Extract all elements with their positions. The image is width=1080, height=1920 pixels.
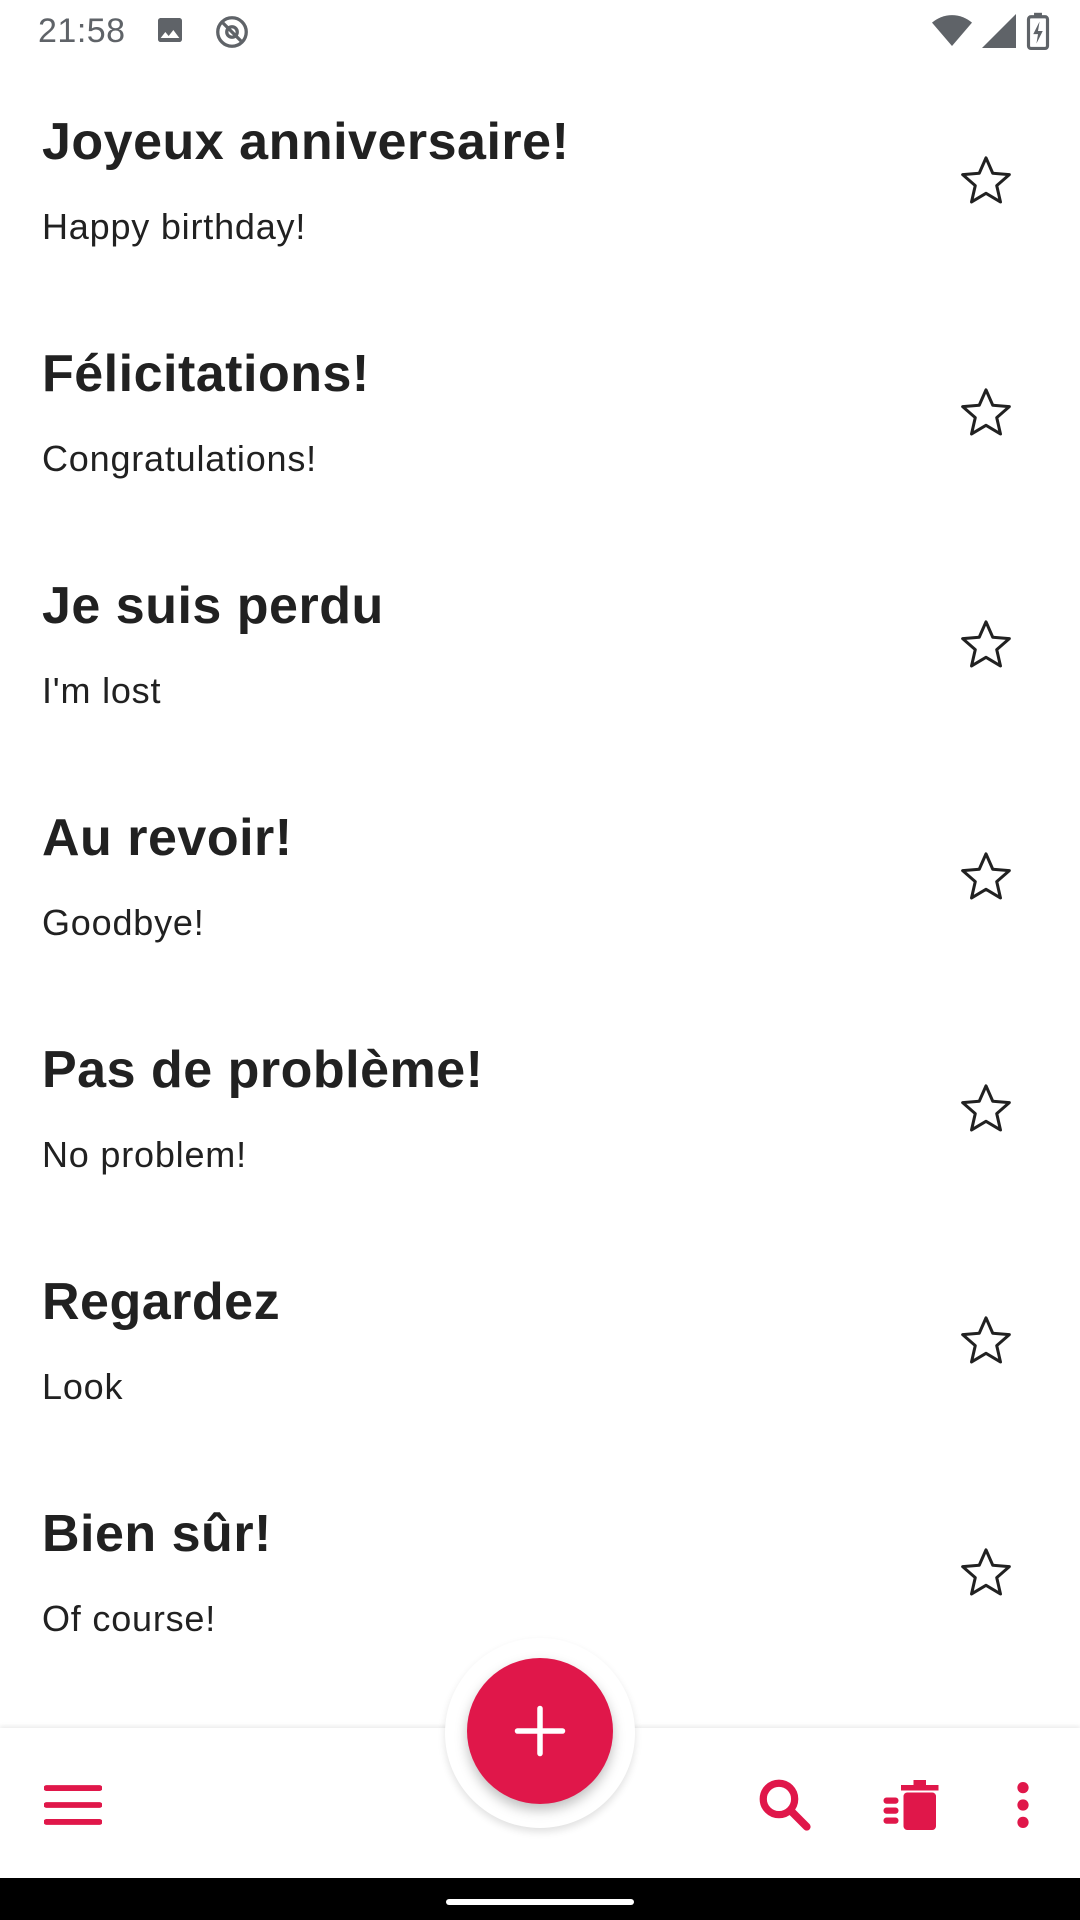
menu-icon bbox=[44, 1785, 102, 1825]
phrase-list: Joyeux anniversaire! Happy birthday! Félic… bbox=[0, 64, 1080, 1688]
star-outline-icon bbox=[958, 1544, 1014, 1605]
favorite-star-button[interactable] bbox=[950, 842, 1022, 914]
favorite-star-button[interactable] bbox=[950, 610, 1022, 682]
more-vert-icon bbox=[1017, 1782, 1029, 1828]
home-gesture-handle[interactable] bbox=[446, 1899, 634, 1905]
favorite-star-button[interactable] bbox=[950, 1538, 1022, 1610]
status-time: 21:58 bbox=[38, 12, 126, 50]
battery-charging-icon bbox=[1026, 12, 1050, 55]
list-item[interactable]: Joyeux anniversaire! Happy birthday! bbox=[0, 64, 1080, 296]
delete-sweep-icon bbox=[883, 1780, 939, 1830]
image-icon bbox=[154, 14, 186, 55]
phrase-text: Regardez bbox=[42, 1273, 281, 1331]
phrase-translation: Goodbye! bbox=[42, 902, 205, 943]
at-sign-icon bbox=[214, 14, 250, 55]
phrase-translation: Congratulations! bbox=[42, 438, 317, 479]
wifi-icon bbox=[932, 14, 972, 53]
phrase-translation: No problem! bbox=[42, 1134, 247, 1175]
list-item[interactable]: Je suis perdu I'm lost bbox=[0, 528, 1080, 760]
star-outline-icon bbox=[958, 848, 1014, 909]
list-item[interactable]: Félicitations! Congratulations! bbox=[0, 296, 1080, 528]
signal-icon bbox=[982, 14, 1016, 53]
phrase-translation: Look bbox=[42, 1366, 124, 1407]
star-outline-icon bbox=[958, 1080, 1014, 1141]
menu-button[interactable] bbox=[38, 1770, 108, 1840]
delete-sweep-button[interactable] bbox=[876, 1770, 946, 1840]
phrase-text: Bien sûr! bbox=[42, 1505, 272, 1563]
plus-icon bbox=[514, 1705, 566, 1757]
star-outline-icon bbox=[958, 1312, 1014, 1373]
status-bar: 21:58 bbox=[0, 0, 1080, 64]
search-button[interactable] bbox=[750, 1770, 820, 1840]
search-icon bbox=[759, 1779, 811, 1831]
phrase-translation: Of course! bbox=[42, 1598, 217, 1639]
list-item[interactable]: Au revoir! Goodbye! bbox=[0, 760, 1080, 992]
phrase-text: Joyeux anniversaire! bbox=[42, 113, 570, 171]
favorite-star-button[interactable] bbox=[950, 146, 1022, 218]
add-phrase-button[interactable] bbox=[467, 1658, 613, 1804]
star-outline-icon bbox=[958, 384, 1014, 445]
more-options-button[interactable] bbox=[988, 1770, 1058, 1840]
phrase-text: Félicitations! bbox=[42, 345, 370, 403]
phrase-text: Je suis perdu bbox=[42, 577, 384, 635]
favorite-star-button[interactable] bbox=[950, 1306, 1022, 1378]
star-outline-icon bbox=[958, 152, 1014, 213]
phrase-text: Au revoir! bbox=[42, 809, 293, 867]
star-outline-icon bbox=[958, 616, 1014, 677]
phrase-text: Pas de problème! bbox=[42, 1041, 484, 1099]
phrase-translation: I'm lost bbox=[42, 670, 162, 711]
favorite-star-button[interactable] bbox=[950, 1074, 1022, 1146]
phrase-translation: Happy birthday! bbox=[42, 206, 307, 247]
list-item[interactable]: Regardez Look bbox=[0, 1224, 1080, 1456]
list-item[interactable]: Pas de problème! No problem! bbox=[0, 992, 1080, 1224]
favorite-star-button[interactable] bbox=[950, 378, 1022, 450]
